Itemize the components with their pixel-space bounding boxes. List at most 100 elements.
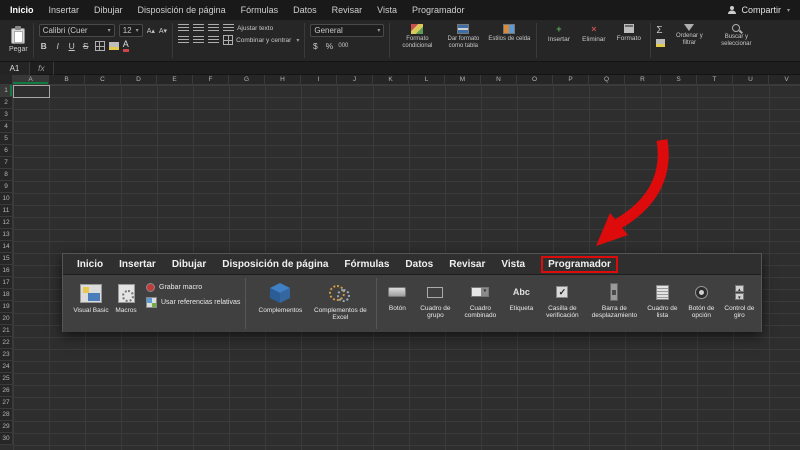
row-header[interactable]: 24 [0, 361, 13, 373]
row-header[interactable]: 20 [0, 313, 13, 325]
column-header[interactable]: S [661, 75, 697, 85]
spin-button-control[interactable]: ▲ ▼ Control de giro [722, 278, 756, 320]
row-header[interactable]: 6 [0, 145, 13, 157]
delete-cells-button[interactable]: × Eliminar [577, 24, 610, 44]
column-header[interactable]: V [769, 75, 800, 85]
overlay-tab-programador[interactable]: Programador [541, 255, 618, 273]
column-header[interactable]: D [121, 75, 157, 85]
row-header[interactable]: 22 [0, 337, 13, 349]
row-header[interactable]: 26 [0, 385, 13, 397]
row-header[interactable]: 19 [0, 301, 13, 313]
overlay-tab-datos[interactable]: Datos [405, 259, 433, 270]
row-header[interactable]: 30 [0, 433, 13, 445]
menu-tab-revisar[interactable]: Revisar [332, 5, 363, 15]
strikethrough-button[interactable]: S [81, 40, 91, 52]
percent-button[interactable]: % [324, 40, 334, 52]
fill-color-button[interactable] [108, 42, 119, 50]
align-middle-button[interactable] [193, 24, 205, 32]
row-header[interactable]: 27 [0, 397, 13, 409]
menu-tab-datos[interactable]: Datos [293, 5, 317, 15]
overlay-tab-inicio[interactable]: Inicio [77, 259, 103, 270]
column-header[interactable]: J [337, 75, 373, 85]
column-header[interactable]: I [301, 75, 337, 85]
fill-down-button[interactable] [656, 39, 666, 47]
share-button[interactable]: Compartir ▾ [727, 5, 790, 15]
row-header[interactable]: 7 [0, 157, 13, 169]
column-header[interactable]: K [373, 75, 409, 85]
relative-references-button[interactable]: Usar referencias relativas [146, 297, 240, 308]
row-header[interactable]: 10 [0, 193, 13, 205]
menu-tab-disposicion[interactable]: Disposición de página [138, 5, 226, 15]
excel-addins-button[interactable]: Complementos de Excel [309, 278, 371, 322]
column-header[interactable]: G [229, 75, 265, 85]
addins-button[interactable]: Complementos [251, 278, 309, 314]
active-cell-a1[interactable] [13, 85, 50, 98]
visual-basic-button[interactable]: Visual Basic [72, 278, 110, 314]
row-header[interactable]: 12 [0, 217, 13, 229]
column-header[interactable]: L [409, 75, 445, 85]
macros-button[interactable]: Macros [110, 278, 142, 314]
align-top-button[interactable] [178, 24, 190, 32]
overlay-tab-dibujar[interactable]: Dibujar [172, 259, 206, 270]
conditional-format-button[interactable]: Formato condicional [395, 24, 439, 50]
list-box-control[interactable]: Cuadro de lista [644, 278, 680, 320]
menu-tab-vista[interactable]: Vista [377, 5, 397, 15]
column-header[interactable]: P [553, 75, 589, 85]
row-header[interactable]: 15 [0, 253, 13, 265]
row-header[interactable]: 18 [0, 289, 13, 301]
checkbox-control[interactable]: ✓ Casilla de verificación [540, 278, 584, 320]
row-header[interactable]: 9 [0, 181, 13, 193]
row-header[interactable]: 11 [0, 205, 13, 217]
paste-button[interactable]: Pegar [9, 26, 28, 53]
sort-filter-button[interactable]: Ordenar y filtrar [669, 24, 709, 47]
number-format-select[interactable]: General ▾ [310, 24, 385, 37]
column-header[interactable]: U [733, 75, 769, 85]
comma-style-button[interactable]: 000 [338, 40, 348, 52]
align-center-button[interactable] [193, 36, 205, 44]
column-header[interactable]: H [265, 75, 301, 85]
row-header[interactable]: 2 [0, 97, 13, 109]
align-left-button[interactable] [178, 36, 190, 44]
format-as-table-button[interactable]: Dar formato como tabla [441, 24, 485, 50]
autosum-button[interactable]: Σ [656, 26, 665, 36]
column-header[interactable]: E [157, 75, 193, 85]
group-box-control[interactable]: Cuadro de grupo [415, 278, 455, 320]
format-cells-button[interactable]: Formato [612, 24, 645, 43]
record-macro-button[interactable]: Grabar macro [146, 283, 240, 292]
column-header[interactable]: O [517, 75, 553, 85]
row-header[interactable]: 17 [0, 277, 13, 289]
align-right-button[interactable] [208, 36, 220, 44]
overlay-tab-disposicion[interactable]: Disposición de página [222, 259, 328, 270]
menu-tab-programador[interactable]: Programador [412, 5, 465, 15]
combo-box-control[interactable]: Cuadro combinado [458, 278, 502, 320]
menu-tab-inicio[interactable]: Inicio [10, 5, 34, 15]
borders-button[interactable] [94, 41, 105, 51]
row-header[interactable]: 14 [0, 241, 13, 253]
insert-function-icon[interactable]: fx [30, 61, 54, 75]
menu-tab-insertar[interactable]: Insertar [49, 5, 80, 15]
row-header[interactable]: 1 [0, 85, 13, 97]
row-header[interactable]: 28 [0, 409, 13, 421]
overlay-tab-formulas[interactable]: Fórmulas [344, 259, 389, 270]
bold-button[interactable]: B [39, 40, 49, 52]
row-header[interactable]: 25 [0, 373, 13, 385]
merge-center-button[interactable]: Combinar y centrar ▾ [223, 35, 299, 45]
menu-tab-dibujar[interactable]: Dibujar [94, 5, 123, 15]
font-size-select[interactable]: 12 ▾ [118, 24, 143, 37]
font-color-button[interactable]: A [122, 40, 129, 52]
find-select-button[interactable]: Buscar y seleccionar [713, 24, 759, 48]
formula-input[interactable] [54, 62, 800, 75]
column-header[interactable]: F [193, 75, 229, 85]
insert-cells-button[interactable]: + Insertar [542, 24, 575, 44]
column-header[interactable]: R [625, 75, 661, 85]
column-header[interactable]: C [85, 75, 121, 85]
row-header[interactable]: 5 [0, 133, 13, 145]
column-header[interactable]: B [49, 75, 85, 85]
column-header[interactable]: T [697, 75, 733, 85]
row-header[interactable]: 21 [0, 325, 13, 337]
scrollbar-control[interactable]: Barra de desplazamiento [587, 278, 641, 320]
overlay-tab-vista[interactable]: Vista [501, 259, 525, 270]
column-header[interactable]: N [481, 75, 517, 85]
row-header[interactable]: 23 [0, 349, 13, 361]
currency-button[interactable]: $ [310, 40, 320, 52]
